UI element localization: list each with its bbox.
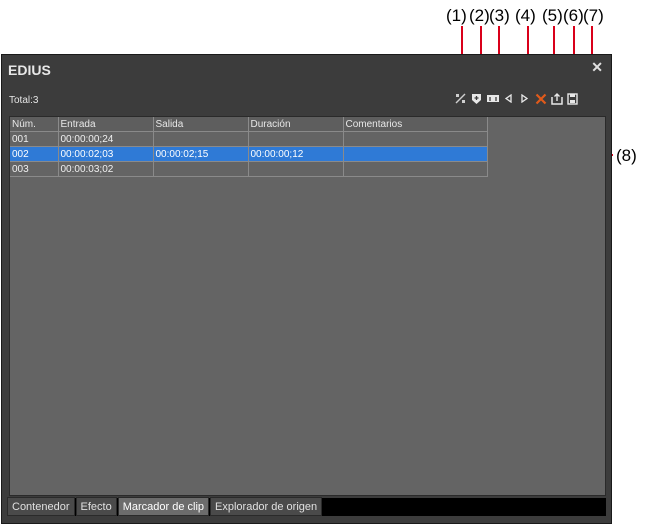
table-cell: 003 bbox=[10, 161, 59, 177]
tab-contenedor[interactable]: Contenedor bbox=[7, 497, 75, 516]
panel-tabs: Contenedor Efecto Marcador de clip Explo… bbox=[7, 497, 606, 516]
marker-in-out-icon[interactable] bbox=[454, 92, 467, 105]
table-header-row: Núm. Entrada Salida Duración Comentarios bbox=[10, 117, 488, 132]
delete-marker-icon[interactable] bbox=[534, 92, 547, 105]
table-row[interactable]: 001 00:00:00;24 bbox=[10, 131, 488, 147]
close-icon[interactable]: ✕ bbox=[591, 59, 603, 76]
save-icon[interactable] bbox=[566, 92, 579, 105]
add-marker-icon[interactable] bbox=[470, 92, 483, 105]
table-row[interactable]: 003 00:00:03;02 bbox=[10, 161, 488, 177]
callout-3: (3) bbox=[489, 6, 510, 25]
column-header[interactable]: Salida bbox=[153, 117, 249, 132]
table-cell: 001 bbox=[10, 131, 59, 147]
range-marker-icon[interactable] bbox=[486, 92, 499, 105]
marker-toolbar bbox=[454, 92, 579, 106]
table-cell bbox=[248, 161, 344, 177]
column-header[interactable]: Núm. bbox=[10, 117, 59, 132]
table-cell: 00:00:03;02 bbox=[58, 161, 154, 177]
callout-7: (7) bbox=[583, 6, 604, 25]
callout-5: (5) bbox=[542, 6, 563, 25]
table-cell bbox=[153, 161, 249, 177]
table-cell bbox=[343, 146, 488, 162]
column-header[interactable]: Comentarios bbox=[343, 117, 488, 132]
column-header[interactable]: Duración bbox=[248, 117, 344, 132]
table-cell: 00:00:02;15 bbox=[153, 146, 249, 162]
tab-marcador-de-clip[interactable]: Marcador de clip bbox=[117, 497, 210, 516]
total-count-label: Total:3 bbox=[9, 95, 39, 106]
table-row-selected[interactable]: 002 00:00:02;03 00:00:02;15 00:00:00;12 bbox=[10, 146, 488, 162]
tab-explorador-de-origen[interactable]: Explorador de origen bbox=[210, 497, 323, 516]
marker-table: Núm. Entrada Salida Duración Comentarios… bbox=[10, 117, 488, 177]
marker-list-panel: Núm. Entrada Salida Duración Comentarios… bbox=[9, 116, 606, 496]
tab-efecto[interactable]: Efecto bbox=[75, 497, 117, 516]
callout-8: (8) bbox=[616, 146, 637, 165]
marker-window: EDIUS ✕ Total:3 Núm. Entrada Salida Dura… bbox=[1, 54, 612, 524]
next-marker-icon[interactable] bbox=[518, 92, 531, 105]
table-cell bbox=[343, 131, 488, 147]
table-cell: 00:00:02;03 bbox=[58, 146, 154, 162]
window-title: EDIUS bbox=[8, 62, 51, 78]
callout-4: (4) bbox=[515, 6, 536, 25]
callout-1: (1) bbox=[446, 6, 467, 25]
table-cell bbox=[153, 131, 249, 147]
table-cell: 002 bbox=[10, 146, 59, 162]
prev-marker-icon[interactable] bbox=[502, 92, 515, 105]
column-header[interactable]: Entrada bbox=[58, 117, 154, 132]
callout-2: (2) bbox=[469, 6, 490, 25]
table-cell bbox=[343, 161, 488, 177]
table-cell: 00:00:00;12 bbox=[248, 146, 344, 162]
table-cell: 00:00:00;24 bbox=[58, 131, 154, 147]
callout-6: (6) bbox=[563, 6, 584, 25]
import-icon[interactable] bbox=[550, 92, 563, 105]
table-cell bbox=[248, 131, 344, 147]
